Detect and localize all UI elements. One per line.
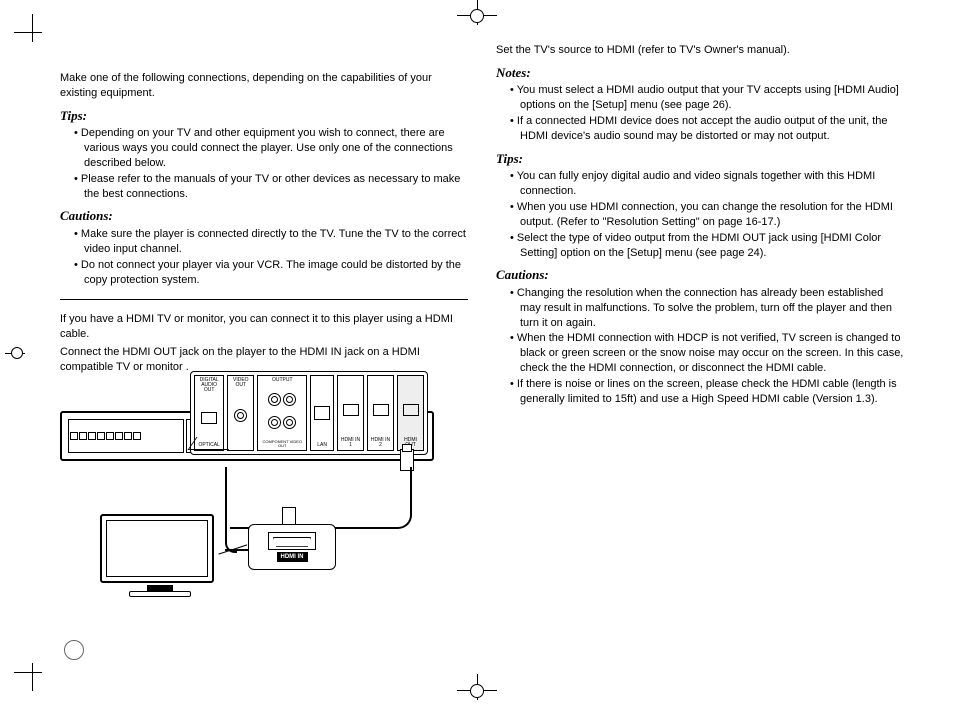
crop-mark-left	[5, 347, 25, 359]
connection-diagram: DIGITALAUDIO OUT OPTICAL VIDEO OUT OUTPU…	[60, 389, 430, 599]
notes-heading: Notes:	[496, 64, 904, 82]
left-column: Make one of the following connections, d…	[60, 40, 468, 665]
list-item: Please refer to the manuals of your TV o…	[74, 172, 468, 202]
tv-icon	[100, 514, 220, 594]
component-label: COMPONENT VIDEO OUT	[259, 440, 305, 448]
list-item: You must select a HDMI audio output that…	[510, 83, 904, 113]
list-item: Make sure the player is connected direct…	[74, 227, 468, 257]
list-item: When you use HDMI connection, you can ch…	[510, 200, 904, 230]
list-item: If there is noise or lines on the screen…	[510, 377, 904, 407]
list-item: Select the type of video output from the…	[510, 231, 904, 261]
list-item: Do not connect your player via your VCR.…	[74, 258, 468, 288]
cautions-heading-right: Cautions:	[496, 266, 904, 284]
intro-text: Make one of the following connections, d…	[60, 71, 468, 101]
hdmi-in2-label: HDMI IN 2	[369, 438, 392, 448]
crop-mark-bottom	[457, 680, 497, 700]
tips-heading: Tips:	[60, 107, 468, 125]
list-item: You can fully enjoy digital audio and vi…	[510, 169, 904, 199]
list-item: When the HDMI connection with HDCP is no…	[510, 331, 904, 376]
cautions-list-right: Changing the resolution when the connect…	[496, 286, 904, 407]
list-item: Depending on your TV and other equipment…	[74, 126, 468, 171]
page-number-circle	[64, 640, 84, 660]
trim-mark	[32, 14, 33, 42]
hdmi-para-1: If you have a HDMI TV or monitor, you ca…	[60, 312, 468, 342]
list-item: Changing the resolution when the connect…	[510, 286, 904, 331]
tips-list-right: You can fully enjoy digital audio and vi…	[496, 169, 904, 260]
hdmi-in1-label: HDMI IN 1	[339, 438, 362, 448]
hdmi-cable	[230, 467, 412, 529]
trim-mark	[32, 663, 33, 691]
notes-list: You must select a HDMI audio output that…	[496, 83, 904, 143]
tv-hdmi-callout: HDMI IN	[248, 524, 336, 570]
right-column: Set the TV's source to HDMI (refer to TV…	[496, 40, 904, 665]
crop-mark-top	[457, 5, 497, 25]
hdmi-in-label: HDMI IN	[277, 552, 308, 562]
video-out-label: VIDEO OUT	[229, 378, 252, 388]
trim-mark	[14, 32, 42, 33]
hdmi-cable-seg	[225, 467, 237, 553]
page-content: Make one of the following connections, d…	[60, 40, 904, 665]
list-item: If a connected HDMI device does not acce…	[510, 114, 904, 144]
cautions-heading: Cautions:	[60, 207, 468, 225]
trim-mark	[14, 672, 42, 673]
lan-label: LAN	[317, 443, 327, 448]
cautions-list: Make sure the player is connected direct…	[60, 227, 468, 287]
divider	[60, 299, 468, 300]
tips-list: Depending on your TV and other equipment…	[60, 126, 468, 201]
tips-heading-right: Tips:	[496, 150, 904, 168]
set-source-text: Set the TV's source to HDMI (refer to TV…	[496, 43, 904, 58]
output-label: OUTPUT	[272, 378, 293, 383]
